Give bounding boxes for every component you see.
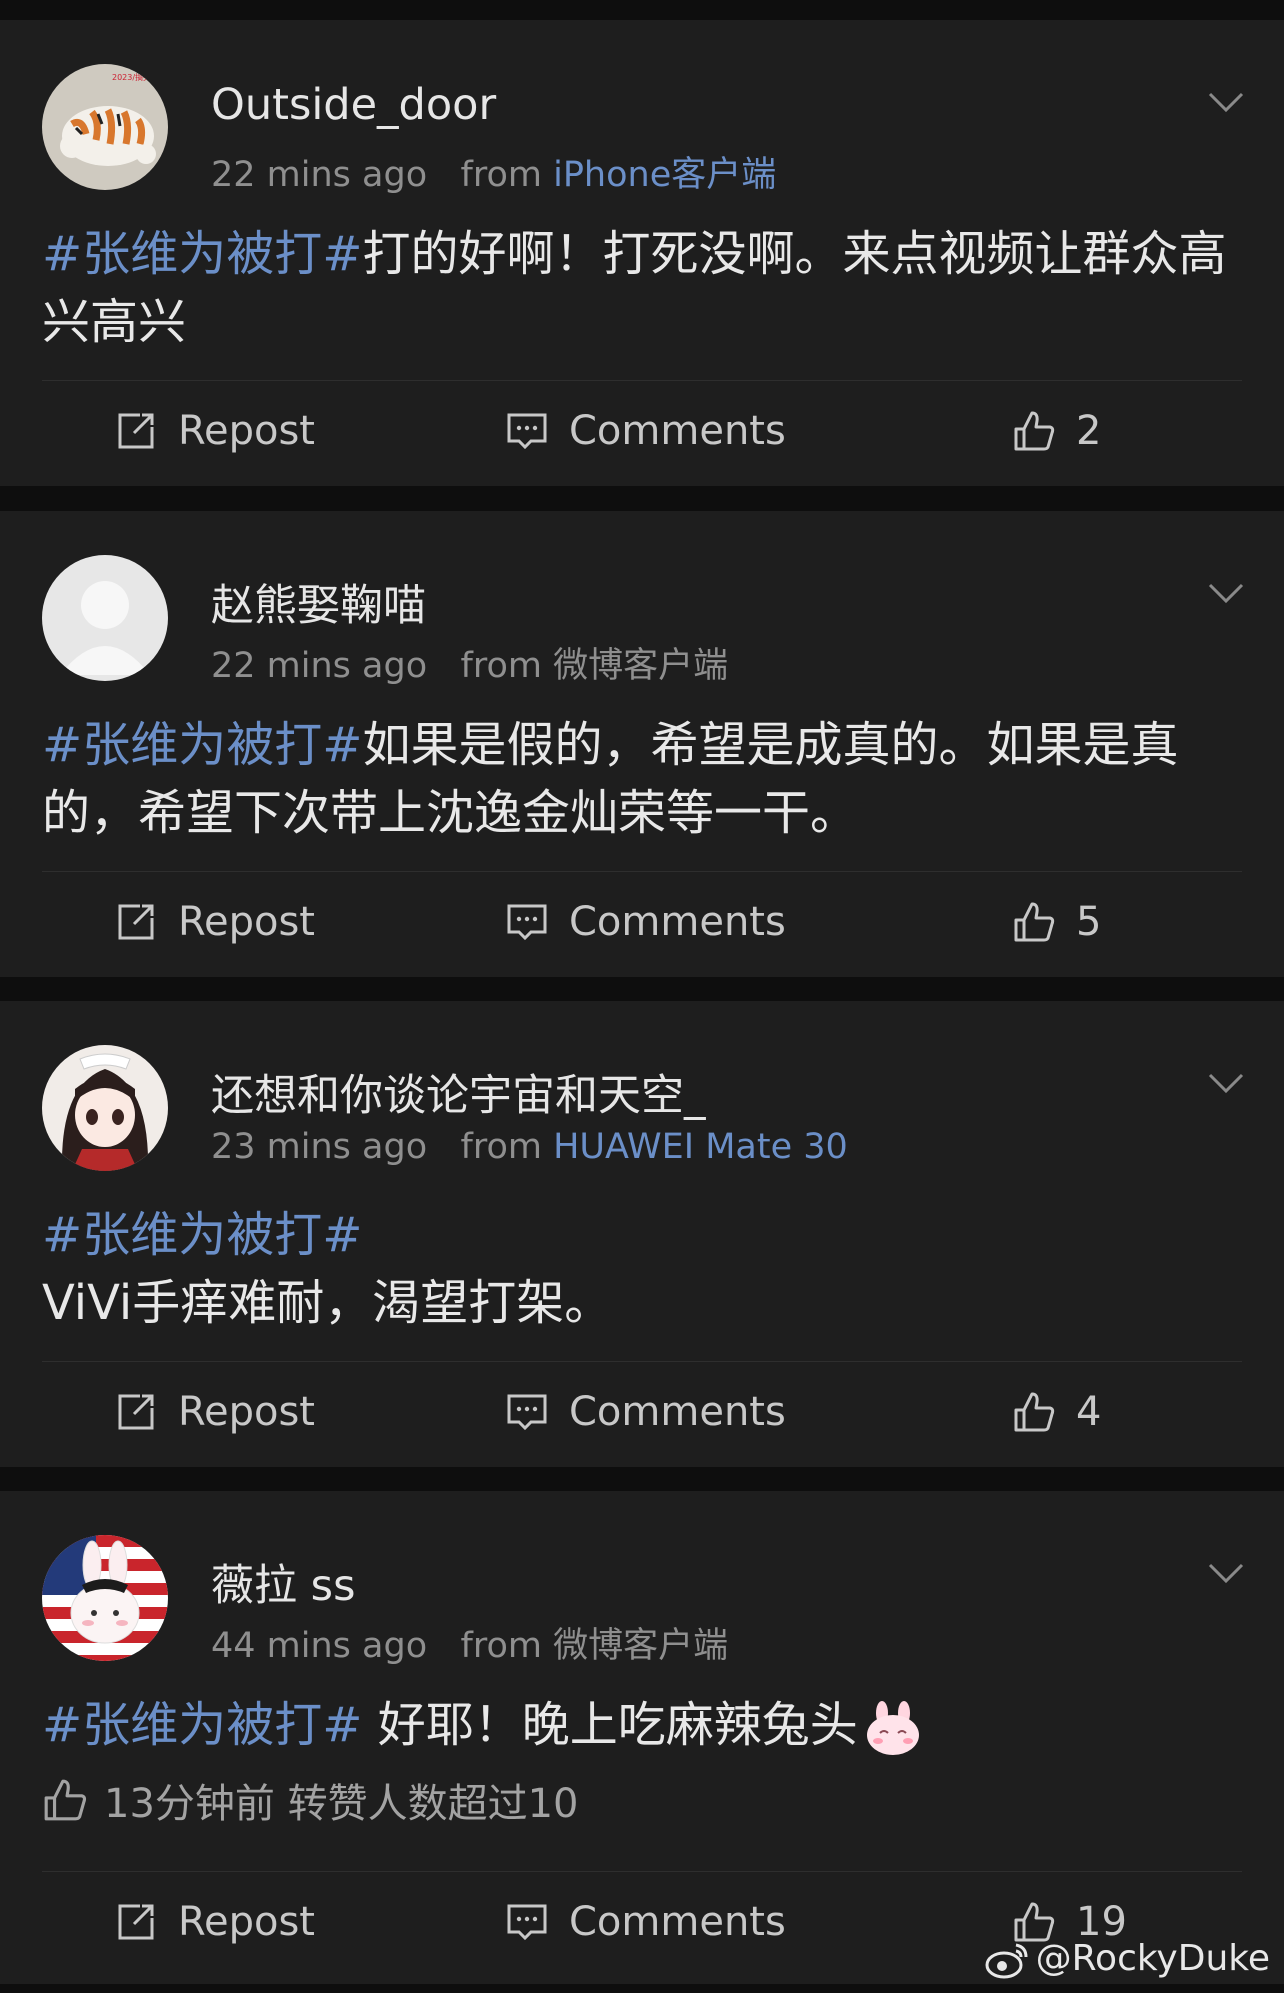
post-source[interactable]: 微博客户端	[553, 646, 728, 686]
post-text: #张维为被打# 好耶！晚上吃麻辣兔头	[42, 1691, 1242, 1759]
from-label: from	[460, 1626, 542, 1666]
post-source[interactable]: iPhone客户端	[553, 155, 776, 195]
thumbs-up-icon	[1014, 1392, 1055, 1432]
repost-button[interactable]: Repost	[114, 1877, 315, 1967]
username[interactable]: Outside_door	[211, 80, 496, 130]
post-meta: 23 mins ago from HUAWEI Mate 30	[211, 1127, 848, 1167]
comments-button[interactable]: Comments	[505, 1877, 786, 1967]
thumbs-up-icon	[1014, 411, 1055, 451]
thumbs-up-icon	[1014, 902, 1055, 942]
comments-button[interactable]: Comments	[505, 877, 786, 967]
username[interactable]: 赵熊娶鞠喵	[211, 571, 426, 633]
comments-label: Comments	[569, 899, 786, 945]
repost-icon	[118, 904, 154, 940]
tiger-avatar[interactable]: 2023/搞笑	[42, 64, 168, 190]
action-bar: Repost Comments 2	[0, 386, 1284, 476]
comments-label: Comments	[569, 1389, 786, 1435]
from-label: from	[460, 646, 542, 686]
like-count: 4	[1076, 1389, 1102, 1435]
watermark: @RockyDuke	[984, 1938, 1270, 1979]
hashtag-link[interactable]: #张维为被打#	[42, 1697, 362, 1753]
chevron-down-icon[interactable]	[1204, 1061, 1248, 1105]
post-card: 还想和你谈论宇宙和天空_ 23 mins ago from HUAWEI Mat…	[0, 1001, 1284, 1467]
post-text: #张维为被打# ViVi手痒难耐，渴望打架。	[42, 1201, 1242, 1337]
chevron-down-icon[interactable]	[1204, 1551, 1248, 1595]
post-time: 22 mins ago	[211, 646, 428, 686]
hashtag-link[interactable]: #张维为被打#	[42, 1207, 362, 1263]
weibo-logo-icon	[985, 1943, 1028, 1978]
post-text: #张维为被打#如果是假的，希望是成真的。如果是真的，希望下次带上沈逸金灿荣等一干…	[42, 711, 1242, 847]
bunny-flag-avatar[interactable]	[42, 1535, 168, 1661]
from-label: from	[460, 1127, 542, 1167]
divider	[42, 1871, 1242, 1872]
post-card: 赵熊娶鞠喵 22 mins ago from 微博客户端 #张维为被打#如果是假…	[0, 511, 1284, 977]
repost-button[interactable]: Repost	[114, 1367, 315, 1457]
liked-note-text: 13分钟前 转赞人数超过10	[104, 1781, 579, 1827]
comment-icon	[507, 904, 547, 941]
repost-button[interactable]: Repost	[114, 386, 315, 476]
action-bar: Repost Comments 4	[0, 1367, 1284, 1457]
repost-icon	[118, 1904, 154, 1940]
repost-label: Repost	[178, 899, 315, 945]
repost-icon	[118, 1394, 154, 1430]
default-avatar[interactable]	[42, 555, 168, 681]
liked-note: 13分钟前 转赞人数超过10	[42, 1771, 579, 1829]
username[interactable]: 还想和你谈论宇宙和天空_	[211, 1061, 706, 1123]
repost-icon	[118, 413, 154, 449]
post-meta: 44 mins ago from 微博客户端	[211, 1617, 728, 1668]
like-button[interactable]: 2	[1012, 386, 1101, 476]
username[interactable]: 薇拉 ss	[211, 1551, 355, 1613]
post-meta: 22 mins ago from iPhone客户端	[211, 146, 776, 197]
post-body: 好耶！晚上吃麻辣兔头	[362, 1697, 858, 1753]
action-bar: Repost Comments 5	[0, 877, 1284, 967]
post-time: 23 mins ago	[211, 1127, 428, 1167]
post-card: 薇拉 ss 44 mins ago from 微博客户端 #张维为被打# 好耶！…	[0, 1491, 1284, 1984]
post-text: #张维为被打#打的好啊！打死没啊。来点视频让群众高兴高兴	[42, 220, 1242, 356]
repost-label: Repost	[178, 1899, 315, 1945]
hashtag-link[interactable]: #张维为被打#	[42, 717, 362, 773]
from-label: from	[460, 155, 542, 195]
post-source[interactable]: HUAWEI Mate 30	[553, 1127, 848, 1167]
bunny-emoji-icon	[866, 1701, 919, 1755]
chevron-down-icon[interactable]	[1204, 571, 1248, 615]
comments-button[interactable]: Comments	[505, 386, 786, 476]
watermark-text: @RockyDuke	[1035, 1938, 1270, 1979]
repost-label: Repost	[178, 408, 315, 454]
hashtag-link[interactable]: #张维为被打#	[42, 226, 362, 282]
svg-text:2023/搞笑: 2023/搞笑	[112, 72, 151, 82]
post-source[interactable]: 微博客户端	[553, 1626, 728, 1666]
divider	[42, 1361, 1242, 1362]
like-count: 5	[1076, 899, 1102, 945]
comments-label: Comments	[569, 408, 786, 454]
divider	[42, 380, 1242, 381]
post-meta: 22 mins ago from 微博客户端	[211, 637, 728, 688]
repost-button[interactable]: Repost	[114, 877, 315, 967]
post-card: 2023/搞笑 Outside_door 22 mins ago from iP…	[0, 20, 1284, 486]
comment-icon	[507, 1394, 547, 1431]
comments-label: Comments	[569, 1899, 786, 1945]
comment-icon	[507, 1904, 547, 1941]
like-button[interactable]: 4	[1012, 1367, 1101, 1457]
divider	[42, 871, 1242, 872]
like-count: 2	[1076, 408, 1102, 454]
post-time: 22 mins ago	[211, 155, 428, 195]
comment-icon	[507, 413, 547, 450]
post-time: 44 mins ago	[211, 1626, 428, 1666]
anime-girl-avatar[interactable]	[42, 1045, 168, 1171]
comments-button[interactable]: Comments	[505, 1367, 786, 1457]
thumbs-up-icon	[44, 1779, 87, 1821]
repost-label: Repost	[178, 1389, 315, 1435]
like-button[interactable]: 5	[1012, 877, 1101, 967]
post-body: ViVi手痒难耐，渴望打架。	[42, 1275, 613, 1331]
chevron-down-icon[interactable]	[1204, 80, 1248, 124]
